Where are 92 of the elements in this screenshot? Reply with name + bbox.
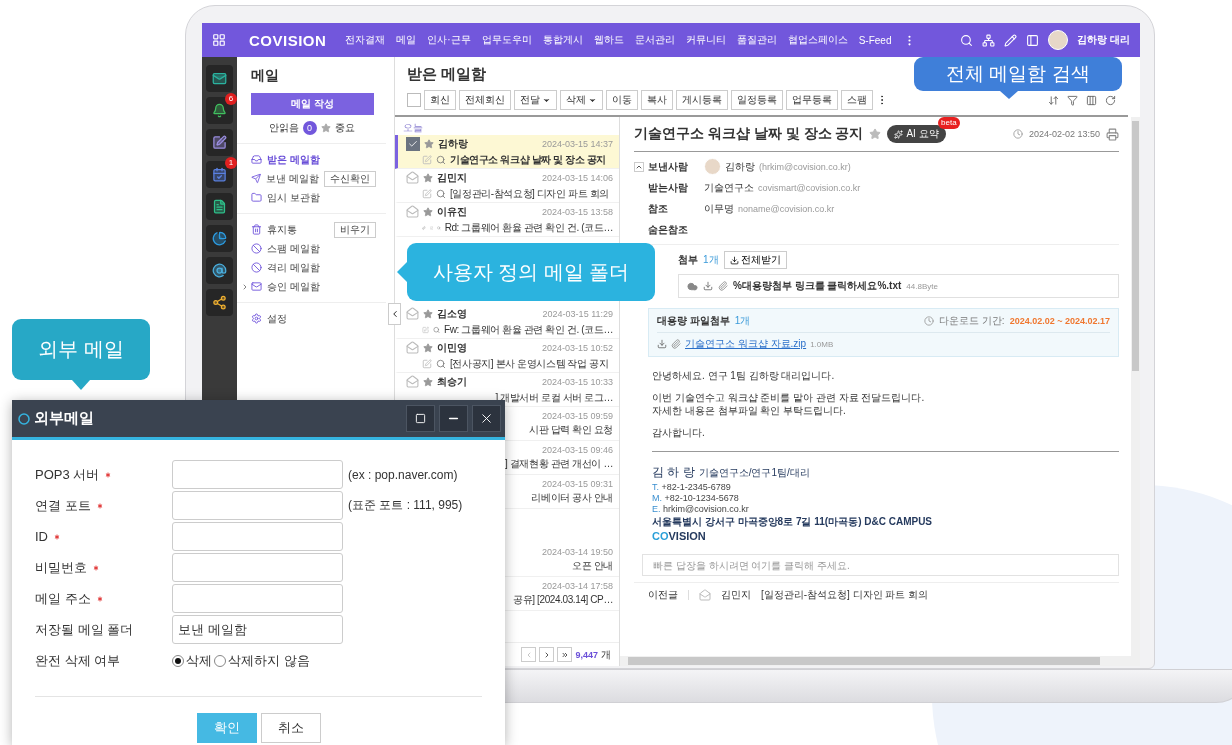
signature-contact: T. +82-1-2345-6789 [652, 482, 732, 492]
mail-subject: [일정관리-참석요청] 디자인 파트 회의 [761, 587, 929, 602]
field-label: 완전 삭제 여부 [35, 652, 121, 670]
field-label: 비밀번호 [35, 558, 87, 577]
important-label: 중요 [334, 121, 355, 135]
field-label: 연결 포트 [35, 496, 91, 515]
mail-date: 2024-03-15 13:58 [541, 206, 613, 217]
file-size: 44.8Byte [906, 281, 938, 291]
mail-date: 2024-03-14 19:50 [541, 546, 613, 557]
mail-subject: 시판 답력 확인 요청 [529, 422, 613, 437]
file-size: 1.0MB [810, 339, 834, 349]
sender-name: 김소영 [437, 306, 467, 321]
radio-label: 삭제 [186, 652, 212, 670]
sender-name: 김민지 [721, 587, 751, 602]
logo: COVISION [249, 31, 327, 49]
mail-date: 2024-02-02 13:50 [1028, 129, 1100, 139]
contact-name: 김하랑 [725, 159, 755, 174]
body-paragraph: 안녕하세요. 연구 1팀 김하랑 대리입니다. [652, 369, 836, 382]
sender-name: 최승기 [437, 374, 467, 389]
sender-name: 이유진 [437, 204, 467, 219]
mail-date: 2024-03-15 11:29 [542, 308, 613, 319]
sidebar-title: 메일 [250, 67, 280, 85]
sender-name: 김민지 [437, 170, 467, 185]
large-file-label: 대용량 파일첨부 [657, 314, 730, 328]
signature-name: 김 하 랑 [652, 464, 695, 481]
folder-label: 격리 메일함 [267, 260, 320, 275]
file-name: %대용량첨부 링크를 클릭하세요%.txt [733, 279, 902, 293]
user-name: 김하랑 대리 [1077, 33, 1130, 47]
folder-label: 스팸 메일함 [267, 241, 320, 256]
mail-date: 2024-03-15 10:52 [541, 342, 613, 353]
folder-label: 휴지통 [267, 222, 297, 237]
folder-label: 설정 [267, 311, 287, 326]
folder-label: 임시 보관함 [267, 190, 320, 205]
unread-label: 안읽음 [268, 121, 299, 135]
count-badge: 1 [225, 157, 237, 169]
dialog-title: 외부메일 [34, 409, 94, 428]
count-badge: 6 [225, 93, 237, 105]
mail-subject: 기술연구소 워크샵 날짜 및 장소 공지 [450, 152, 606, 167]
folder-label: 받은 메일함 [267, 152, 320, 167]
sender-name: 이민영 [437, 340, 467, 355]
mail-subject: [전사공지] 본사 운영시스템 작업 공지 [450, 356, 609, 371]
download-period: 2024.02.02 ~ 2024.02.17 [1009, 316, 1110, 326]
mail-subject: 오픈 안내 [572, 558, 613, 573]
signature-contact: E. hrkim@covision.co.kr [652, 504, 750, 514]
sender-name: 김하랑 [438, 136, 468, 151]
header-label: 참조 [648, 201, 669, 216]
field-label: 저장될 메일 폴더 [35, 620, 134, 639]
field-label: POP3 서버 [35, 465, 100, 484]
mail-subject: 리베이터 공사 안내 [531, 490, 613, 505]
mail-date: 2024-03-15 14:37 [541, 138, 613, 149]
mail-subject: 공유] [2024.03.14] CP… [513, 592, 613, 607]
attachment-count: 1개 [703, 253, 719, 267]
mail-subject: [일정관리-참석요청] 디자인 파트 회의 [450, 186, 609, 201]
header-label: 숨은참조 [648, 222, 689, 237]
period-label: 다운로드 기간: [939, 314, 1005, 328]
company-logo: COVISION [652, 530, 707, 542]
mail-date: 2024-03-15 09:31 [541, 478, 613, 489]
email-address: covismart@covision.co.kr [758, 182, 861, 193]
field-label: ID [35, 529, 48, 544]
radio-label: 삭제하지 않음 [228, 652, 310, 670]
signature-address: 서울특별시 강서구 마곡중앙8로 7길 11(마곡동) D&C CAMPUS [652, 515, 934, 529]
body-paragraph: 감사합니다. [652, 426, 706, 439]
beta-badge: beta [938, 117, 960, 129]
signature-contact: M. +82-10-1234-5678 [652, 493, 740, 503]
mail-subject: ] 결재현황 관련 개선이 … [505, 456, 613, 471]
mail-subject: Rd: 그룹웨어 환율 관련 확인 건. (코드… [444, 220, 613, 235]
body-paragraph: 이번 기술연수고 워크샵 준비를 맡아 관련 자료 전달드립니다. 자세한 내용은 첨부파일 확인 부탁드립니다. [652, 391, 926, 417]
mail-subject: Fw: 그룹웨어 환율 관련 확인 건. (코드… [444, 322, 613, 337]
email-address: noname@covision.co.kr [738, 203, 835, 214]
mailbox-title: 받은 메일함 [407, 65, 487, 84]
signature-title: 기술연구소/연구1팀/대리 [698, 465, 810, 480]
group-label: 오늘 [402, 121, 424, 135]
total-count: 9,447 [575, 649, 598, 660]
count-badge: 0 [302, 121, 317, 135]
large-file-count: 1개 [734, 314, 751, 328]
contact-name: 이무명 [704, 201, 734, 216]
header-label: 보낸사람 [648, 159, 689, 174]
mail-date: 2024-03-15 10:33 [541, 376, 613, 387]
contact-name: 기술연구소 [704, 180, 754, 195]
folder-label: 승인 메일함 [267, 279, 320, 294]
header-label: 받는사람 [648, 180, 689, 195]
mail-date: 2024-03-15 09:46 [541, 444, 613, 455]
mail-date: 2024-03-15 14:06 [541, 172, 613, 183]
previous-label: 이전글 [648, 587, 678, 602]
attachment-label: 첨부 [678, 253, 698, 267]
mail-date: 2024-03-15 09:59 [541, 410, 613, 421]
email-address: (hrkim@covision.co.kr) [759, 161, 851, 172]
mail-date: 2024-03-14 17:58 [541, 580, 613, 591]
folder-label: 보낸 메일함 [266, 171, 319, 186]
count-unit: 개 [601, 647, 611, 662]
mail-title: 기술연구소 워크샵 날짜 및 장소 공지 [634, 125, 864, 143]
field-label: 메일 주소 [35, 589, 91, 608]
